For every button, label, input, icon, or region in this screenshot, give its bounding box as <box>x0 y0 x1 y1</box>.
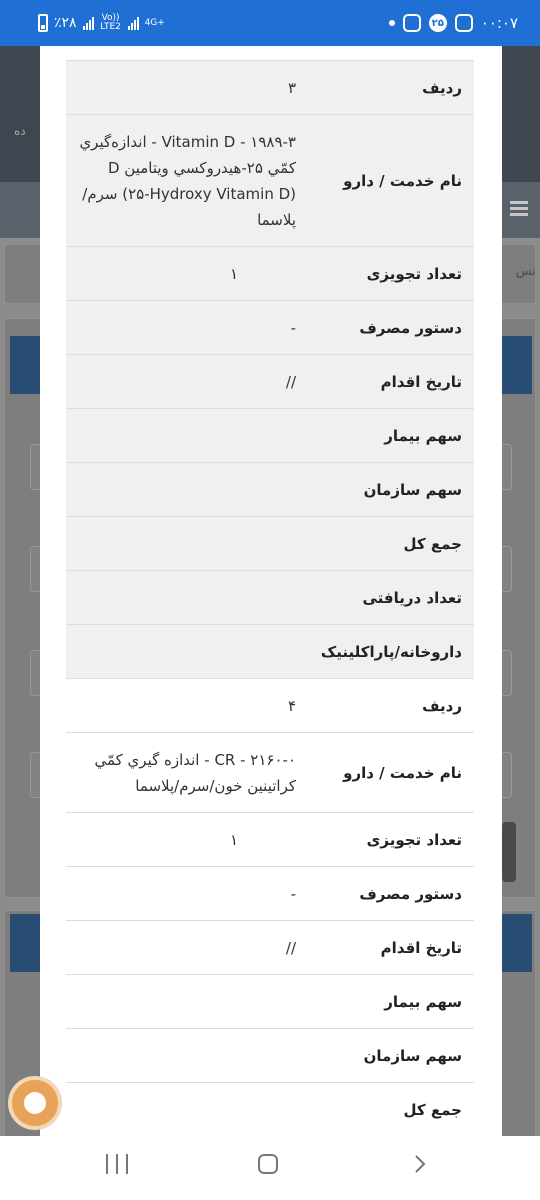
row-number-label: ردیف <box>308 60 474 115</box>
notification-badge: ۲۵ <box>428 14 447 32</box>
usage-instruction-label: دستور مصرف <box>308 300 474 355</box>
status-right-group: ۲۵ ۰۰:۰۷ <box>385 0 518 46</box>
service-details-modal: ردیف ۳ نام خدمت / دارو ۱۹۸۹-۳ - Vitamin … <box>40 46 502 1136</box>
instagram-icon <box>402 14 421 32</box>
table-row: تاریخ اقدام // <box>66 920 474 975</box>
clock: ۰۰:۰۷ <box>480 14 518 32</box>
hamburger-menu-icon[interactable] <box>510 201 528 219</box>
usage-instruction-label: دستور مصرف <box>308 866 474 921</box>
battery-icon <box>38 14 48 32</box>
table-row: سهم سازمان <box>66 1028 474 1083</box>
org-share-label: سهم سازمان <box>308 1028 474 1083</box>
table-row: تعداد دریافتی <box>66 570 474 625</box>
action-date-value: // <box>66 354 308 409</box>
signal-icon <box>82 16 94 30</box>
patient-share-value <box>66 974 308 1029</box>
table-row: تاریخ اقدام // <box>66 354 474 409</box>
battery-percent: ٪۲۸ <box>54 15 77 31</box>
table-row: جمع کل <box>66 516 474 571</box>
assistant-icon[interactable] <box>8 1076 62 1130</box>
org-share-value <box>66 462 308 517</box>
signal-icon-2 <box>127 16 139 30</box>
network-label-2: 4G+ <box>144 17 165 28</box>
table-row: دستور مصرف - <box>66 300 474 355</box>
home-circle-icon[interactable] <box>258 1154 278 1174</box>
table-row: سهم بیمار <box>66 408 474 463</box>
table-row: نام خدمت / دارو ۱۹۸۹-۳ - Vitamin D - اند… <box>66 114 474 247</box>
prescribed-qty-value: ۱ <box>66 246 308 301</box>
bg-row-fragment: نس <box>515 264 536 279</box>
service-details-table: ردیف ۳ نام خدمت / دارو ۱۹۸۹-۳ - Vitamin … <box>66 60 474 1136</box>
total-value <box>66 516 308 571</box>
action-date-label: تاریخ اقدام <box>308 920 474 975</box>
table-row: سهم بیمار <box>66 974 474 1029</box>
bg-blue-band-right-2 <box>502 914 532 972</box>
bg-blue-band-right <box>502 336 532 394</box>
system-nav-bar <box>0 1136 540 1200</box>
row-number-label: ردیف <box>308 678 474 733</box>
patient-share-label: سهم بیمار <box>308 974 474 1029</box>
image-icon <box>454 14 473 32</box>
table-row: دستور مصرف - <box>66 866 474 921</box>
bg-blue-band-left <box>10 336 40 394</box>
usage-instruction-value: - <box>66 866 308 921</box>
total-label: جمع کل <box>308 1082 474 1136</box>
bg-header-fragment: ده <box>14 124 26 138</box>
status-bar: ٪۲۸ Vo)) LTE2 4G+ ۲۵ ۰۰:۰۷ <box>0 0 540 46</box>
prescribed-qty-label: تعداد تجویزی <box>308 246 474 301</box>
back-chevron-icon[interactable] <box>410 1154 430 1174</box>
service-name-value: ۲۱۶۰-۰ - CR - اندازه گيري كمّي كراتينين … <box>66 732 308 813</box>
action-date-label: تاریخ اقدام <box>308 354 474 409</box>
table-row: ردیف ۳ <box>66 60 474 115</box>
service-name-label: نام خدمت / دارو <box>308 114 474 247</box>
prescribed-qty-value: ۱ <box>66 812 308 867</box>
received-qty-value <box>66 570 308 625</box>
total-label: جمع کل <box>308 516 474 571</box>
total-value <box>66 1082 308 1136</box>
table-row: تعداد تجویزی ۱ <box>66 246 474 301</box>
usage-instruction-value: - <box>66 300 308 355</box>
org-share-value <box>66 1028 308 1083</box>
patient-share-label: سهم بیمار <box>308 408 474 463</box>
service-name-label: نام خدمت / دارو <box>308 732 474 813</box>
pharmacy-value <box>66 624 308 679</box>
row-number-value: ۴ <box>66 678 308 733</box>
table-row: سهم سازمان <box>66 462 474 517</box>
prescribed-qty-label: تعداد تجویزی <box>308 812 474 867</box>
table-row: تعداد تجویزی ۱ <box>66 812 474 867</box>
status-left-group: ٪۲۸ Vo)) LTE2 4G+ <box>38 0 165 46</box>
org-share-label: سهم سازمان <box>308 462 474 517</box>
row-number-value: ۳ <box>66 60 308 115</box>
bg-button <box>502 822 516 882</box>
table-row: نام خدمت / دارو ۲۱۶۰-۰ - CR - اندازه گير… <box>66 732 474 813</box>
table-row: جمع کل <box>66 1082 474 1136</box>
network-label-1: Vo)) LTE2 <box>100 13 121 32</box>
table-row: داروخانه/پاراکلینیک <box>66 624 474 679</box>
action-date-value: // <box>66 920 308 975</box>
pharmacy-label: داروخانه/پاراکلینیک <box>308 624 474 679</box>
received-qty-label: تعداد دریافتی <box>308 570 474 625</box>
notification-dot-icon <box>388 20 395 26</box>
recent-apps-icon[interactable] <box>106 1154 128 1174</box>
patient-share-value <box>66 408 308 463</box>
bg-blue-band-left-2 <box>10 914 40 972</box>
table-row: ردیف ۴ <box>66 678 474 733</box>
service-name-value: ۱۹۸۹-۳ - Vitamin D - اندازه‌گيري كمّي ۲۵… <box>66 114 308 247</box>
